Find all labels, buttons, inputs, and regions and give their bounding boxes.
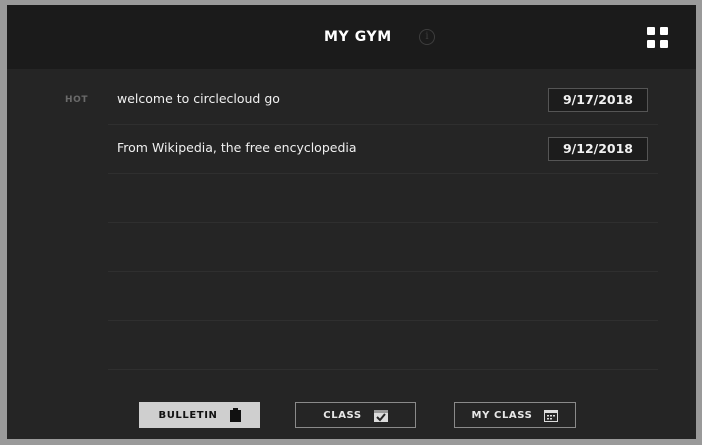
app-screen: MY GYM i HOT welcome to circlecloud go 9… [7,5,696,439]
calendar-icon [544,409,559,422]
bulletin-title: From Wikipedia, the free encyclopedia [117,140,357,155]
bulletin-date: 9/12/2018 [548,137,648,161]
my-class-tab-label: MY CLASS [471,409,533,421]
bulletin-tab-label: BULLETIN [158,409,218,421]
page-title: MY GYM [324,29,392,45]
clipboard-icon [229,408,241,422]
class-tab-label: CLASS [323,409,362,421]
window-frame: MY GYM i HOT welcome to circlecloud go 9… [0,0,702,445]
bulletin-tab[interactable]: BULLETIN [139,402,260,428]
empty-row [108,271,658,321]
grid-icon[interactable] [647,27,669,49]
empty-row [108,173,658,223]
top-bar: MY GYM i [7,5,696,69]
my-class-tab[interactable]: MY CLASS [454,402,576,428]
bulletin-title: welcome to circlecloud go [117,91,280,106]
calendar-check-icon [373,409,388,422]
empty-row [108,320,658,370]
bottom-nav: BULLETIN CLASS MY CLASS [7,402,696,432]
class-tab[interactable]: CLASS [295,402,416,428]
bulletin-row[interactable]: From Wikipedia, the free encyclopedia 9/… [108,124,658,174]
empty-row [108,222,658,272]
hot-label: HOT [65,95,89,105]
bulletin-date: 9/17/2018 [548,88,648,112]
info-icon[interactable]: i [419,29,435,45]
bulletin-row[interactable]: welcome to circlecloud go 9/17/2018 [108,75,658,125]
